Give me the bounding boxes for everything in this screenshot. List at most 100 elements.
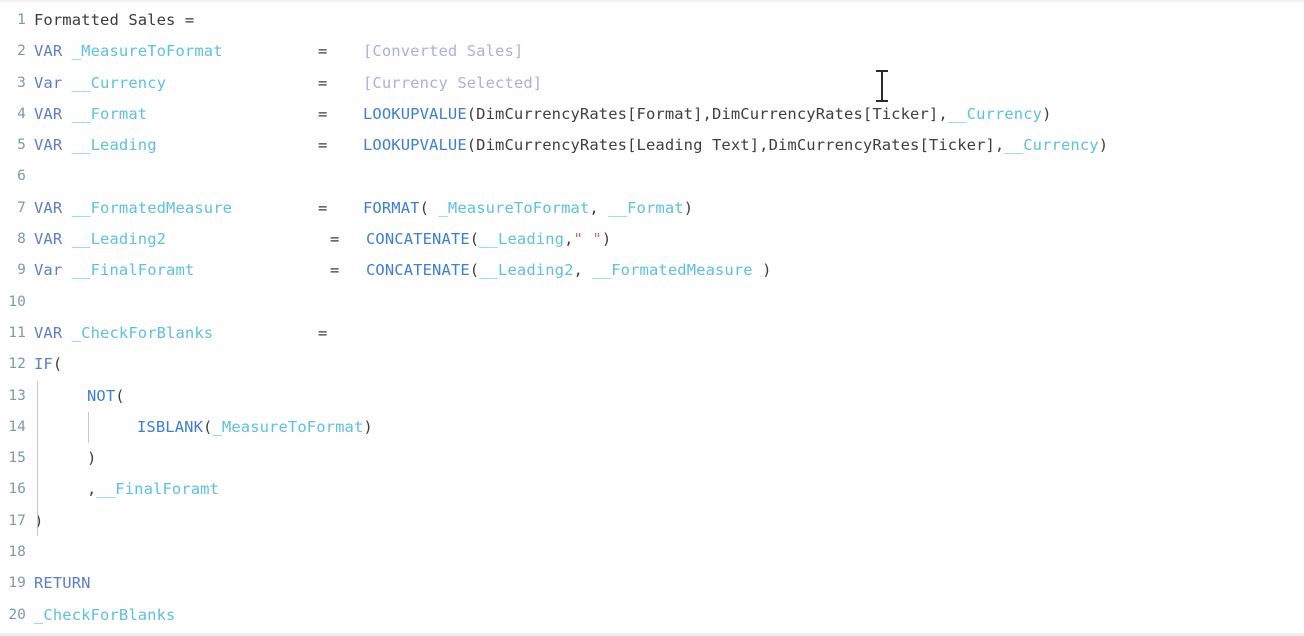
code-line[interactable]: 3 Var __Currency = [Currency Selected] — [0, 68, 1304, 99]
code-expression[interactable]: [Currency Selected] — [363, 68, 542, 99]
line-number: 4 — [17, 105, 26, 122]
code-token: __Currency — [71, 73, 167, 92]
code-line-content[interactable]: VAR __Format — [34, 99, 147, 130]
code-token: , — [589, 198, 609, 217]
code-line[interactable]: 18 — [0, 537, 1304, 568]
code-token: _CheckForBlanks — [34, 605, 176, 624]
code-line[interactable]: 9 Var __FinalForamt = CONCATENATE(__Leading… — [0, 255, 1304, 286]
code-line-content[interactable]: IF( — [34, 349, 62, 380]
dax-formula-editor[interactable]: 1 Formatted Sales = 2 VAR _MeasureToFormat =… — [0, 0, 1304, 636]
code-token: VAR — [34, 104, 72, 123]
code-line[interactable]: 16 ,__FinalForamt — [0, 474, 1304, 505]
code-token: LOOKUPVALUE — [363, 136, 467, 155]
code-expression[interactable]: LOOKUPVALUE(DimCurrencyRates[Format],Dim… — [363, 99, 1052, 130]
code-token: __FormatedMeasure — [71, 198, 233, 217]
code-line[interactable]: 7 VAR __FormatedMeasure = FORMAT( _MeasureT… — [0, 193, 1304, 224]
code-token: ) — [601, 230, 612, 249]
line-number: 5 — [17, 137, 26, 154]
code-line[interactable]: 2 VAR _MeasureToFormat = [Converted Sales] — [0, 36, 1304, 67]
line-number: 14 — [8, 418, 26, 435]
code-line-content[interactable]: ) — [34, 506, 43, 537]
assignment-operator: = — [318, 73, 328, 92]
code-line-content[interactable]: Var __FinalForamt — [34, 255, 194, 286]
code-line-list[interactable]: 1 Formatted Sales = 2 VAR _MeasureToFormat =… — [0, 5, 1304, 631]
code-token: CONCATENATE — [366, 230, 470, 249]
code-line-content[interactable]: ) — [87, 443, 96, 474]
code-line[interactable]: 13 NOT( — [0, 381, 1304, 412]
line-number: 2 — [17, 43, 26, 60]
line-number: 16 — [8, 481, 26, 498]
code-token: ) — [34, 511, 44, 530]
code-expression[interactable]: CONCATENATE(__Leading," ") — [366, 224, 611, 255]
line-number: 11 — [8, 324, 26, 341]
code-line-content[interactable]: NOT( — [87, 381, 125, 412]
code-token: (DimCurrencyRates[Format],DimCurrencyRat… — [466, 104, 948, 123]
code-line[interactable]: 15) — [0, 443, 1304, 474]
code-line[interactable]: 4 VAR __Format = LOOKUPVALUE(DimCurrencyRat… — [0, 99, 1304, 130]
code-token: Formatted Sales = — [34, 11, 195, 29]
line-number: 6 — [17, 168, 26, 185]
code-token: ( — [469, 230, 480, 249]
indent-guide — [37, 381, 38, 536]
code-token: CONCATENATE — [366, 261, 470, 280]
code-line[interactable]: 10 — [0, 287, 1304, 318]
code-line[interactable]: 19 RETURN — [0, 568, 1304, 599]
code-token: " " — [573, 230, 602, 249]
code-line-content[interactable]: Formatted Sales = — [34, 5, 194, 36]
code-token: ( — [469, 261, 480, 280]
code-token: Var — [34, 261, 72, 280]
code-line[interactable]: 20 _CheckForBlanks — [0, 600, 1304, 631]
code-token: _MeasureToFormat — [71, 42, 223, 61]
assignment-operator: = — [318, 136, 328, 155]
code-token: [Currency Selected] — [363, 73, 543, 92]
code-line[interactable]: 17) — [0, 506, 1304, 537]
line-number: 3 — [17, 74, 26, 91]
code-line-content[interactable]: VAR _CheckForBlanks — [34, 318, 213, 349]
code-token: NOT — [87, 386, 116, 405]
code-line-content[interactable]: Var __Currency — [34, 68, 166, 99]
code-token: ) — [363, 417, 373, 436]
code-expression[interactable]: [Converted Sales] — [363, 36, 523, 67]
code-line[interactable]: 5 VAR __Leading = LOOKUPVALUE(DimCurrencyRa… — [0, 130, 1304, 161]
code-token: (DimCurrencyRates[Leading Text],DimCurre… — [466, 136, 1005, 155]
line-number: 8 — [17, 231, 26, 248]
code-token: __Currency — [1004, 136, 1099, 155]
code-line[interactable]: 6 — [0, 161, 1304, 192]
code-token: ) — [683, 198, 694, 217]
code-line-content[interactable]: ,__FinalForamt — [87, 474, 219, 505]
code-token: ( — [419, 198, 439, 217]
code-line[interactable]: 12 IF( — [0, 349, 1304, 380]
code-line-content[interactable]: RETURN — [34, 568, 91, 599]
code-line-content[interactable]: VAR __Leading — [34, 130, 157, 161]
line-number: 1 — [17, 12, 26, 28]
code-token: __FinalForamt — [96, 480, 220, 499]
code-line[interactable]: 11 VAR _CheckForBlanks = — [0, 318, 1304, 349]
code-line-content[interactable]: VAR __FormatedMeasure — [34, 193, 232, 224]
code-token: __Format — [608, 198, 684, 217]
code-token: [Converted Sales] — [363, 42, 524, 61]
code-token: Var — [34, 73, 72, 92]
code-token: __FormatedMeasure — [592, 261, 753, 280]
code-token: __Format — [71, 104, 148, 123]
line-number: 20 — [8, 606, 26, 623]
code-line[interactable]: 1 Formatted Sales = — [0, 5, 1304, 36]
code-expression[interactable]: FORMAT( _MeasureToFormat, __Format) — [363, 193, 693, 224]
code-token: ( — [115, 386, 125, 405]
code-line-content[interactable]: _CheckForBlanks — [34, 600, 175, 631]
line-number: 7 — [17, 199, 26, 216]
code-token: , — [573, 261, 593, 280]
code-line[interactable]: 14 ISBLANK(_MeasureToFormat) — [0, 412, 1304, 443]
code-line-content[interactable]: ISBLANK(_MeasureToFormat) — [137, 412, 373, 443]
code-line-content[interactable]: VAR _MeasureToFormat — [34, 36, 223, 67]
code-expression[interactable]: CONCATENATE(__Leading2, __FormatedMeasur… — [366, 255, 772, 286]
code-line[interactable]: 8 VAR __Leading2 = CONCATENATE(__Leading," … — [0, 224, 1304, 255]
code-token: ) — [752, 261, 772, 280]
code-line-content[interactable]: VAR __Leading2 — [34, 224, 166, 255]
code-token: IF — [34, 355, 53, 374]
assignment-operator: = — [318, 104, 328, 123]
code-token: LOOKUPVALUE — [363, 104, 467, 123]
code-expression[interactable]: LOOKUPVALUE(DimCurrencyRates[Leading Tex… — [363, 130, 1108, 161]
code-token: FORMAT — [363, 198, 420, 217]
line-number: 13 — [8, 387, 26, 404]
assignment-operator: = — [330, 261, 340, 280]
